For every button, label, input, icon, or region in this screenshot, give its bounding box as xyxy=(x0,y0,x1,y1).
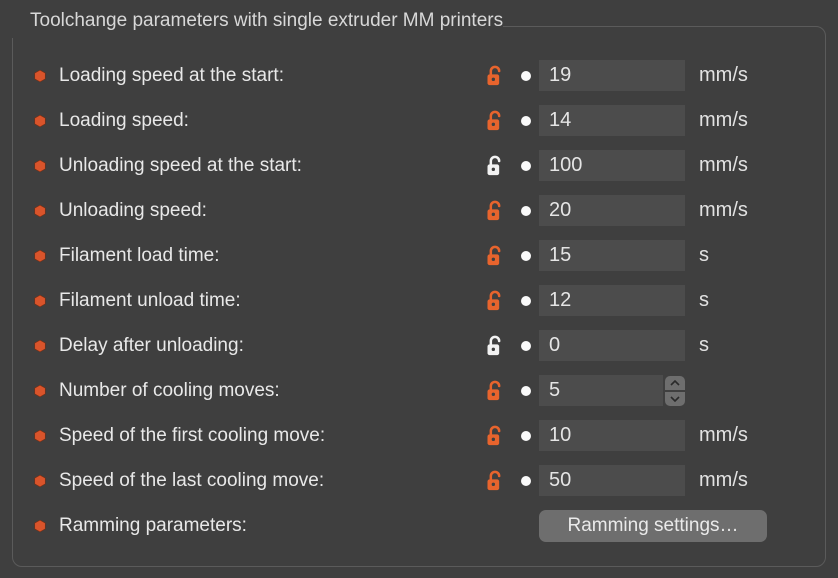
delay-after-unloading-label: Delay after unloading: xyxy=(59,335,477,357)
filament-load-time-unit: s xyxy=(685,244,755,267)
unloading-speed-start-unit: mm/s xyxy=(685,154,755,177)
unlock-icon[interactable] xyxy=(485,109,505,133)
first-cooling-speed-unit: mm/s xyxy=(685,424,755,447)
delay-after-unloading-unit: s xyxy=(685,334,755,357)
reset-dot-icon[interactable] xyxy=(521,296,531,306)
unloading-speed-unit: mm/s xyxy=(685,199,755,222)
first-cooling-speed-input[interactable] xyxy=(539,420,685,451)
last-cooling-speed-label: Speed of the last cooling move: xyxy=(59,470,477,492)
loading-speed-input[interactable] xyxy=(539,105,685,136)
cooling-moves-label: Number of cooling moves: xyxy=(59,380,477,402)
param-row-delay-after-unloading: Delay after unloading: s xyxy=(33,323,805,368)
loading-speed-start-unit: mm/s xyxy=(685,64,755,87)
param-row-cooling-moves: Number of cooling moves: xyxy=(33,368,805,413)
hex-bullet-icon xyxy=(33,519,47,533)
filament-unload-time-label: Filament unload time: xyxy=(59,290,477,312)
param-row-unloading-speed-start: Unloading speed at the start: mm/s xyxy=(33,143,805,188)
hex-bullet-icon xyxy=(33,384,47,398)
unlock-icon[interactable] xyxy=(485,379,505,403)
unlock-icon[interactable] xyxy=(485,154,505,178)
param-row-last-cooling-speed: Speed of the last cooling move: mm/s xyxy=(33,458,805,503)
param-row-first-cooling-speed: Speed of the first cooling move: mm/s xyxy=(33,413,805,458)
hex-bullet-icon xyxy=(33,159,47,173)
param-row-loading-speed: Loading speed: mm/s xyxy=(33,98,805,143)
hex-bullet-icon xyxy=(33,339,47,353)
param-row-filament-load-time: Filament load time: s xyxy=(33,233,805,278)
loading-speed-unit: mm/s xyxy=(685,109,755,132)
unlock-icon[interactable] xyxy=(485,199,505,223)
reset-dot-icon[interactable] xyxy=(521,116,531,126)
unlock-icon[interactable] xyxy=(485,469,505,493)
loading-speed-label: Loading speed: xyxy=(59,110,477,132)
hex-bullet-icon xyxy=(33,474,47,488)
unlock-icon[interactable] xyxy=(485,334,505,358)
reset-dot-icon[interactable] xyxy=(521,341,531,351)
first-cooling-speed-label: Speed of the first cooling move: xyxy=(59,425,477,447)
unloading-speed-start-input[interactable] xyxy=(539,150,685,181)
reset-dot-icon[interactable] xyxy=(521,206,531,216)
hex-bullet-icon xyxy=(33,429,47,443)
reset-dot-icon[interactable] xyxy=(521,431,531,441)
hex-bullet-icon xyxy=(33,69,47,83)
param-row-loading-speed-start: Loading speed at the start: mm/s xyxy=(33,53,805,98)
reset-dot-icon[interactable] xyxy=(521,71,531,81)
section-title: Toolchange parameters with single extrud… xyxy=(12,10,503,38)
reset-dot-icon[interactable] xyxy=(521,386,531,396)
filament-unload-time-unit: s xyxy=(685,289,755,312)
loading-speed-start-label: Loading speed at the start: xyxy=(59,65,477,87)
cooling-moves-step-down[interactable] xyxy=(665,392,685,406)
cooling-moves-step-up[interactable] xyxy=(665,376,685,390)
hex-bullet-icon xyxy=(33,294,47,308)
ramming-params-label: Ramming parameters: xyxy=(59,515,477,537)
unlock-icon[interactable] xyxy=(485,64,505,88)
unloading-speed-input[interactable] xyxy=(539,195,685,226)
param-row-unloading-speed: Unloading speed: mm/s xyxy=(33,188,805,233)
ramming-settings-button[interactable]: Ramming settings… xyxy=(539,510,767,542)
param-row-ramming-params: Ramming parameters: Ramming settings… xyxy=(33,503,805,548)
param-row-filament-unload-time: Filament unload time: s xyxy=(33,278,805,323)
filament-unload-time-input[interactable] xyxy=(539,285,685,316)
filament-load-time-input[interactable] xyxy=(539,240,685,271)
last-cooling-speed-unit: mm/s xyxy=(685,469,755,492)
loading-speed-start-input[interactable] xyxy=(539,60,685,91)
section-box: Loading speed at the start: mm/s Loading… xyxy=(12,26,826,567)
cooling-moves-input[interactable] xyxy=(539,375,663,406)
hex-bullet-icon xyxy=(33,249,47,263)
unlock-icon[interactable] xyxy=(485,244,505,268)
unloading-speed-label: Unloading speed: xyxy=(59,200,477,222)
unlock-icon[interactable] xyxy=(485,424,505,448)
unloading-speed-start-label: Unloading speed at the start: xyxy=(59,155,477,177)
hex-bullet-icon xyxy=(33,204,47,218)
delay-after-unloading-input[interactable] xyxy=(539,330,685,361)
filament-load-time-label: Filament load time: xyxy=(59,245,477,267)
reset-dot-icon[interactable] xyxy=(521,476,531,486)
hex-bullet-icon xyxy=(33,114,47,128)
unlock-icon[interactable] xyxy=(485,289,505,313)
last-cooling-speed-input[interactable] xyxy=(539,465,685,496)
reset-dot-icon[interactable] xyxy=(521,161,531,171)
reset-dot-icon[interactable] xyxy=(521,251,531,261)
